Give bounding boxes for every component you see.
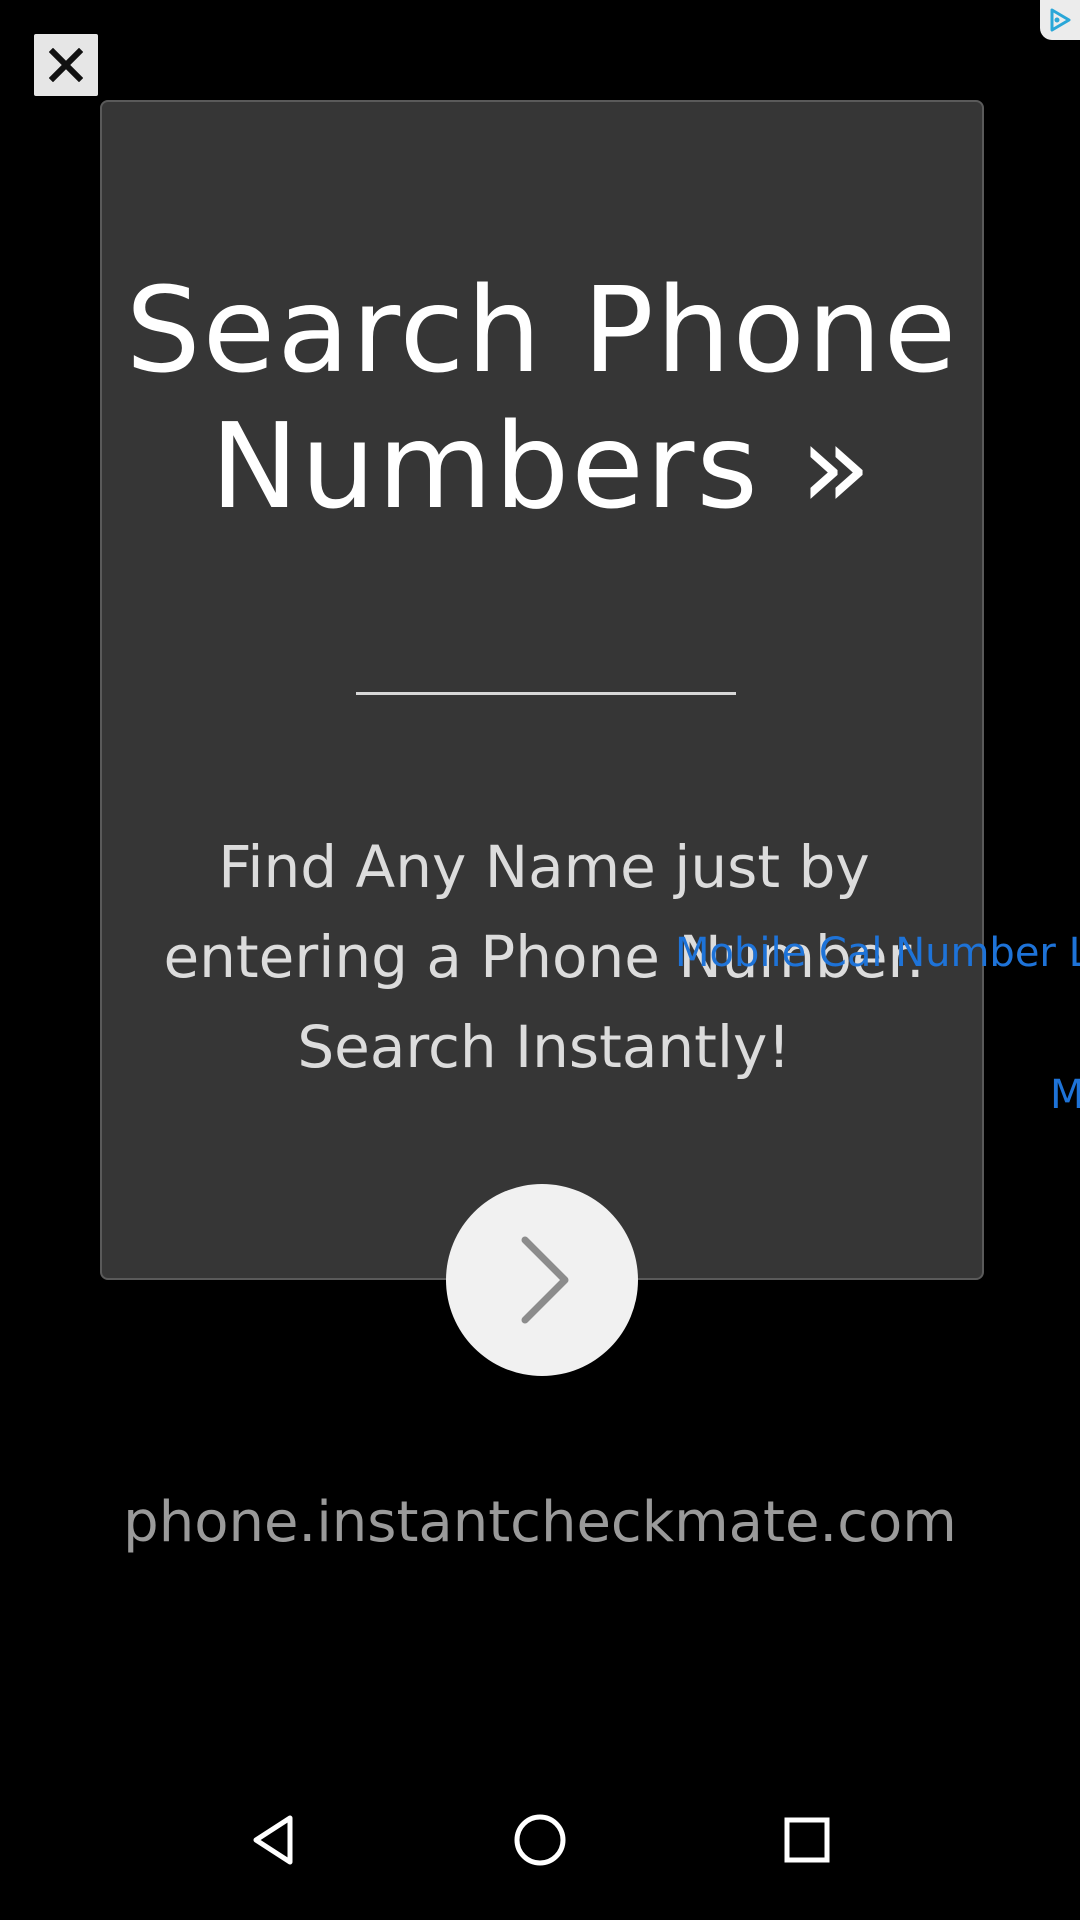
overlay-link[interactable]: Mobile Cal Number L: [675, 930, 1080, 976]
chevron-right-icon: [521, 1236, 569, 1324]
home-button[interactable]: [500, 1800, 580, 1880]
next-button[interactable]: [446, 1184, 638, 1376]
adchoices-button[interactable]: [1040, 0, 1080, 40]
recents-square-icon: [784, 1817, 830, 1863]
adchoices-icon: [1050, 8, 1071, 32]
close-icon: [49, 48, 83, 82]
ad-headline: Search Phone Numbers »: [125, 261, 959, 535]
screen: Search Phone Numbers » Find Any Name jus…: [0, 0, 1080, 1920]
ad-divider: [356, 692, 736, 695]
back-triangle-icon: [253, 1815, 293, 1865]
ad-domain: phone.instantcheckmate.com: [123, 1490, 957, 1555]
overlay-link-partial[interactable]: M: [1050, 1072, 1080, 1118]
home-circle-icon: [514, 1814, 566, 1866]
system-navigation-bar: [0, 1760, 1080, 1920]
recents-button[interactable]: [767, 1800, 847, 1880]
back-button[interactable]: [233, 1800, 313, 1880]
close-ad-button[interactable]: [34, 34, 98, 96]
ad-card[interactable]: Search Phone Numbers » Find Any Name jus…: [100, 100, 984, 1280]
